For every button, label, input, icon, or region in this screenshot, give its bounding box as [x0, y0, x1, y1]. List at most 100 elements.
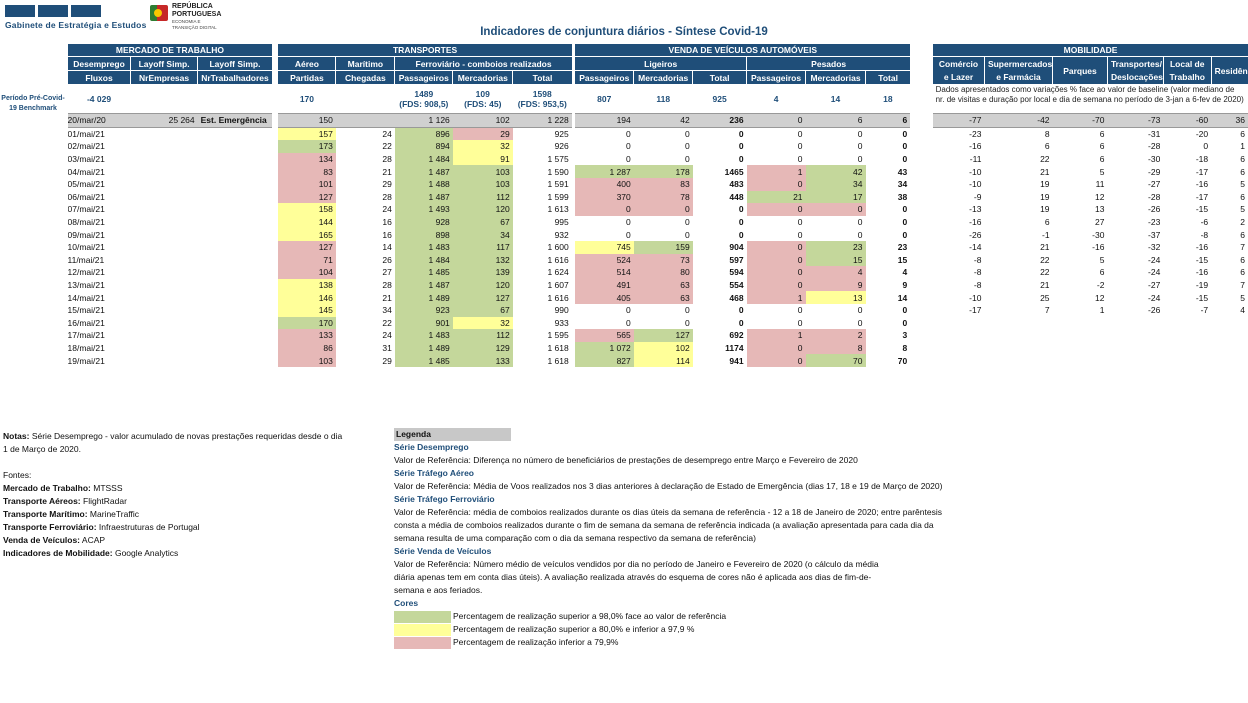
row-lig-pass: 514 — [574, 266, 634, 279]
row-lig-pass: 370 — [574, 190, 634, 204]
table-row: 15/mai/21 145 34 923 67 990 0 0 0 0 0 0 -17 7 1 -26 -7 4 — [68, 303, 1248, 317]
row-mobility: -29 — [1148, 166, 1161, 177]
row-ferro-pass: 1 487 — [394, 278, 453, 292]
row-aereo: 138 — [277, 278, 336, 292]
row-ferro-merc: 132 — [452, 253, 513, 267]
row-pes-total: 3 — [902, 330, 908, 341]
row-mobility — [1163, 317, 1211, 330]
row-mobility: -26 — [1148, 305, 1161, 316]
row-ferro-total: 925 — [554, 128, 569, 139]
row-mobility: 8 — [1044, 128, 1050, 139]
row-mobility — [1163, 342, 1211, 355]
sub-pesados: Pesados — [746, 56, 911, 71]
flag-seal-icon — [150, 3, 168, 21]
row-mobility: -8 — [973, 280, 982, 291]
row-mobility: -16 — [969, 217, 982, 228]
row-ferro-pass: 1 483 — [394, 240, 453, 254]
col-lig-mercadorias: Mercadorias — [633, 70, 693, 85]
row-mobility: 6 — [1240, 191, 1245, 202]
row-ferro-merc: 32 — [452, 316, 513, 330]
sub-comercio: Comércio e Lazer — [932, 56, 985, 85]
row-ferro-pass: 1 126 — [394, 113, 453, 128]
row-maritimo: 21 — [382, 166, 392, 177]
legend-series-ferroviario-text: Valor de Referência: média de comboios r… — [394, 507, 942, 543]
row-mobility: 21 — [1040, 242, 1050, 253]
row-ferro-total: 1 599 — [547, 191, 569, 202]
table-row: 17/mai/21 133 24 1 483 112 1 595 565 127 692 1 2 3 — [68, 329, 1248, 342]
source-key: Transporte Ferroviário: — [3, 522, 97, 532]
row-ferro-total: 990 — [554, 305, 569, 316]
row-mobility — [1053, 354, 1108, 367]
row-ferro-merc: 102 — [452, 113, 513, 128]
row-maritimo: 27 — [382, 267, 392, 278]
row-lig-total: 483 — [729, 179, 744, 190]
col-pes-mercadorias: Mercadorias — [805, 70, 866, 85]
row-pes-total: 0 — [902, 128, 908, 139]
row-mobility: 22 — [1040, 154, 1050, 165]
row-ferro-total: 926 — [554, 141, 569, 152]
row-ferro-total: 1 590 — [547, 166, 569, 177]
row-date: 05/mai/21 — [67, 179, 105, 190]
row-fluxos — [131, 216, 198, 229]
table-row: 04/mai/21 83 21 1 487 103 1 590 1 287 178 1465 1 4… — [68, 165, 1248, 178]
row-ferro-merc: 120 — [452, 203, 513, 216]
row-ferro-pass: 923 — [394, 303, 453, 317]
table-row: 02/mai/21 173 22 894 32 926 0 0 0 0 0 0 -16 6 6 -28 0 1 — [68, 140, 1248, 153]
page-title: Indicadores de conjuntura diários - Sínt… — [480, 26, 768, 38]
row-aereo: 71 — [277, 253, 336, 267]
legend-header: Legenda — [394, 428, 511, 441]
row-pes-pass: 0 — [746, 177, 806, 191]
row-ferro-total: 1 228 — [512, 113, 572, 128]
row-maritimo: 24 — [382, 128, 392, 139]
row-lig-merc: 0 — [633, 203, 693, 216]
section-labor: MERCADO DE TRABALHO — [66, 44, 272, 57]
row-pes-merc: 42 — [805, 165, 866, 178]
row-pes-pass: 1 — [746, 329, 806, 342]
row-ferro-total: 932 — [554, 229, 569, 240]
row-lig-merc: 127 — [633, 329, 693, 342]
row-mobility: 6 — [1099, 141, 1105, 152]
col-lig-passageiros: Passageiros — [574, 70, 634, 85]
source-key: Transporte Aéreos: — [3, 496, 81, 506]
row-ferro-total: 1 595 — [547, 330, 569, 341]
row-ferro-pass: 1 484 — [394, 253, 453, 267]
row-aereo: 173 — [277, 140, 336, 153]
benchmark-fluxos: -4 029 — [86, 94, 112, 104]
row-lig-total: 0 — [738, 305, 744, 316]
row-mobility: 5 — [1240, 179, 1245, 190]
row-fluxos — [131, 241, 198, 254]
row-lig-pass: 405 — [574, 291, 634, 304]
row-pes-total: 14 — [897, 292, 908, 303]
row-lig-merc: 42 — [633, 113, 693, 128]
row-fluxos — [131, 254, 198, 267]
row-maritimo: 24 — [382, 204, 392, 215]
row-mobility: 6 — [1099, 128, 1105, 139]
row-pes-merc: 0 — [857, 305, 863, 316]
row-fluxos — [131, 354, 198, 367]
row-ferro-total: 1 624 — [547, 267, 569, 278]
row-mobility: 6 — [1240, 128, 1245, 139]
row-mobility: -17 — [1195, 191, 1209, 202]
benchmark-ferro-merc: 109 (FDS: 45) — [464, 89, 502, 109]
legend-series-desemprego-text: Valor de Referência: Diferença no número… — [394, 455, 858, 465]
row-maritimo: 24 — [382, 330, 392, 341]
row-mobility: -16 — [969, 141, 982, 152]
source-item: Mercado de Trabalho: MTSSS — [3, 482, 343, 495]
row-mobility: -70 — [1052, 113, 1108, 128]
table-row: 06/mai/21 127 28 1 487 112 1 599 370 78 448 21 17 3… — [68, 190, 1248, 204]
row-pes-pass: 21 — [746, 190, 806, 204]
row-lig-total: 0 — [738, 141, 744, 152]
legend-series-aereo: Série Tráfego Aéreo — [394, 468, 474, 478]
source-item: Venda de Veículos: ACAP — [3, 534, 343, 547]
sub-transportes: Transportes/ Deslocações — [1106, 56, 1164, 85]
rp-line2: PORTUGUESA — [172, 10, 222, 18]
row-mobility: 21 — [1040, 280, 1050, 291]
table-row: 09/mai/21 165 16 898 34 932 0 0 0 0 0 0 -26 -1 -30 -37 -… — [68, 228, 1248, 241]
row-fluxos — [131, 165, 198, 178]
row-lig-total: 0 — [738, 229, 744, 240]
col-lig-total: Total — [692, 70, 747, 85]
row-nrempresas — [198, 191, 272, 204]
row-mobility: 7 — [1240, 280, 1245, 291]
row-lig-merc: 159 — [633, 240, 693, 254]
row-mobility: 4 — [1240, 305, 1245, 316]
